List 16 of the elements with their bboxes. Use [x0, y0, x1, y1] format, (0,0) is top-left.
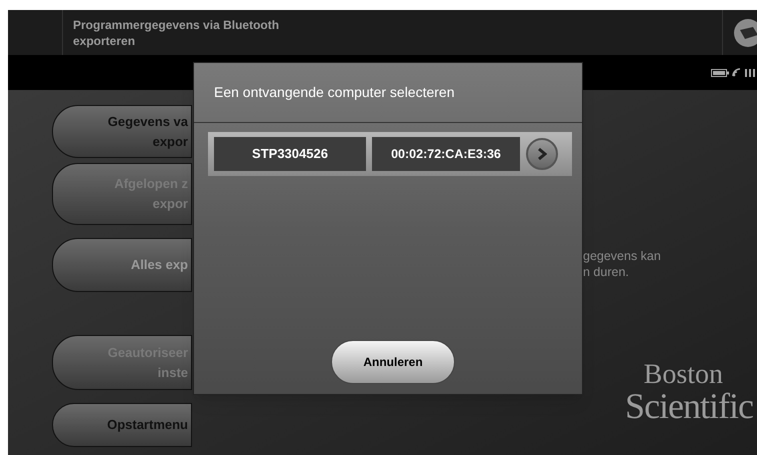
device-icon[interactable] — [733, 18, 757, 48]
signal-icon — [745, 68, 755, 76]
chevron-right-icon — [537, 147, 547, 161]
notice-text: gegevens kan n duren. — [583, 248, 661, 280]
dialog-title: Een ontvangende computer selecteren — [214, 83, 454, 102]
device-address: 00:02:72:CA:E3:36 — [372, 137, 520, 171]
menu-button[interactable]: Opstartmenu — [52, 403, 192, 447]
menu-button[interactable]: Gegevens va expor — [52, 105, 192, 158]
wifi-icon — [732, 68, 742, 77]
device-name: STP3304526 — [214, 137, 366, 171]
company-logo: Boston Scientific — [624, 362, 753, 424]
header-title: Programmergegevens via Bluetooth exporteren — [72, 16, 280, 48]
device-row[interactable]: STP3304526 00:02:72:CA:E3:36 — [208, 132, 572, 176]
select-button[interactable] — [526, 138, 558, 170]
battery-icon — [711, 68, 729, 76]
cancel-button[interactable]: Annuleren — [331, 340, 455, 384]
